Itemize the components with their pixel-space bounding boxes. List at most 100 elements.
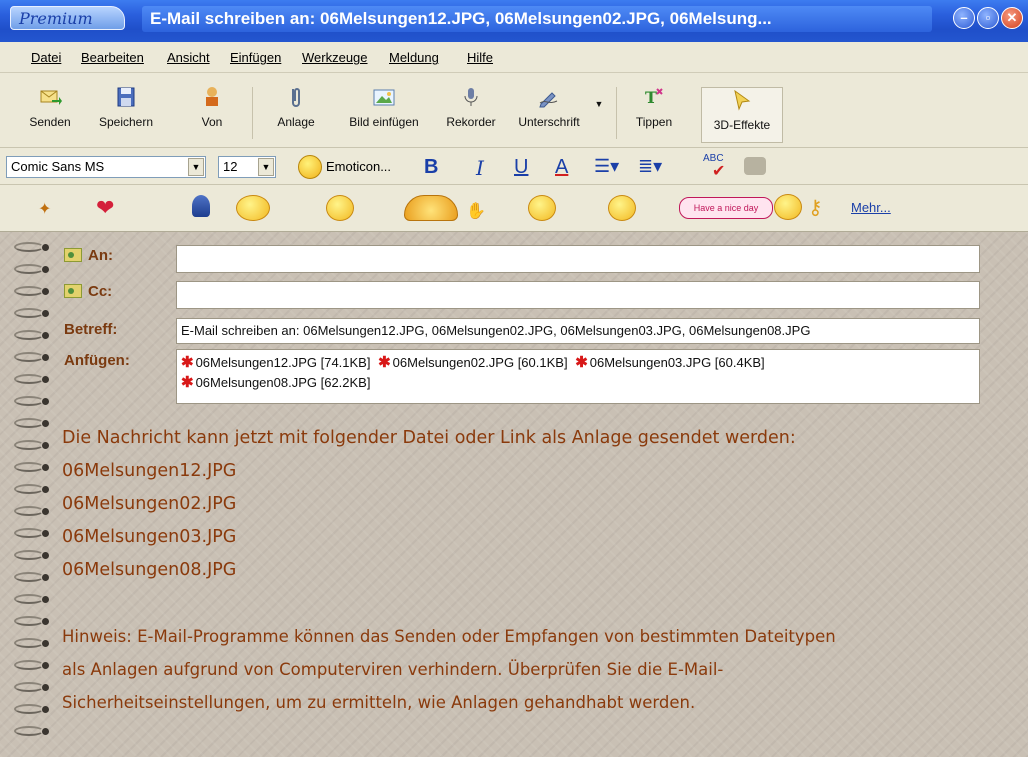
chevron-down-icon: ▼	[594, 99, 604, 109]
bullet-list-icon[interactable]: ☰▾	[594, 156, 619, 177]
nice-day-sticker[interactable]: Have a nice day	[679, 197, 773, 219]
3d-cursor-icon	[734, 89, 751, 111]
cc-label: Cc:	[88, 283, 113, 300]
minimize-button[interactable]: –	[953, 7, 975, 29]
3d-effects-label: 3D-Effekte	[713, 118, 771, 132]
attach-label: Anfügen:	[64, 352, 130, 369]
font-family-select[interactable]: Comic Sans MS ▼	[6, 156, 206, 178]
save-label: Speichern	[98, 115, 154, 129]
sender-icon	[206, 87, 218, 106]
checkmark-icon: ✔	[712, 163, 726, 180]
microphone-icon	[464, 88, 478, 106]
window-title: E-Mail schreiben an: 06Melsungen12.JPG, …	[142, 6, 932, 32]
menu-help[interactable]: Hilfe	[467, 50, 493, 65]
image-file-icon: ✱	[575, 354, 588, 371]
signature-label: Unterschrift	[518, 115, 580, 129]
chevron-down-icon: ▼	[188, 158, 204, 176]
message-note-line[interactable]: Sicherheitseinstellungen, um zu ermittel…	[62, 693, 695, 712]
typing-label: Tippen	[635, 115, 673, 129]
attach-label: Anlage	[277, 115, 315, 129]
image-icon	[373, 89, 395, 106]
menu-file[interactable]: Datei	[31, 50, 61, 65]
menu-edit[interactable]: Bearbeiten	[81, 50, 144, 65]
signature-button[interactable]: Unterschrift	[510, 81, 588, 145]
menu-bar: Datei Bearbeiten Ansicht Einfügen Werkze…	[0, 42, 1028, 73]
smiley-cool-icon[interactable]	[236, 195, 270, 221]
format-toolbar: Comic Sans MS ▼ 12 ▼ Emoticon... B I U A…	[0, 148, 1028, 185]
recorder-label: Rekorder	[446, 115, 496, 129]
font-size-value: 12	[223, 159, 238, 174]
attach-button[interactable]: Anlage	[270, 81, 322, 145]
attachment-item[interactable]: ✱ 06Melsungen03.JPG [60.4KB]	[575, 353, 764, 373]
subject-field[interactable]: E-Mail schreiben an: 06Melsungen12.JPG, …	[176, 318, 980, 344]
cc-field[interactable]	[176, 281, 980, 309]
attachments-field[interactable]: ✱ 06Melsungen12.JPG [74.1KB] ✱ 06Melsungen…	[176, 349, 980, 404]
floppy-disk-icon	[117, 87, 135, 107]
menu-view[interactable]: Ansicht	[167, 50, 210, 65]
send-label: Senden	[29, 115, 71, 129]
from-label: Von	[201, 115, 223, 129]
message-note-line[interactable]: Hinweis: E-Mail-Programme können das Sen…	[62, 627, 836, 646]
signature-dropdown[interactable]: ▼	[592, 81, 606, 145]
to-label: An:	[88, 247, 113, 264]
heart-icon[interactable]: ❤	[96, 195, 114, 221]
message-file-line[interactable]: 06Melsungen12.JPG	[62, 461, 236, 481]
toolbar-separator	[616, 87, 617, 139]
character-icon[interactable]: ✦	[38, 199, 51, 219]
font-family-value: Comic Sans MS	[11, 159, 105, 174]
font-color-button[interactable]: A	[555, 156, 568, 179]
emoticon-button[interactable]: Emoticon...	[326, 159, 391, 174]
maximize-button[interactable]: ▫	[977, 7, 999, 29]
image-file-icon: ✱	[181, 374, 194, 391]
send-icon	[40, 90, 62, 105]
cc-label-row[interactable]: Cc:	[64, 283, 112, 300]
typing-button[interactable]: T Tippen	[626, 81, 682, 145]
to-field[interactable]	[176, 245, 980, 273]
to-label-row[interactable]: An:	[64, 247, 113, 264]
bold-button[interactable]: B	[424, 156, 438, 179]
message-file-line[interactable]: 06Melsungen08.JPG	[62, 560, 236, 580]
italic-button[interactable]: I	[476, 156, 484, 180]
premium-badge: Premium	[10, 6, 125, 30]
message-file-line[interactable]: 06Melsungen03.JPG	[62, 527, 236, 547]
smiley-thumbs-icon[interactable]	[608, 195, 636, 221]
insert-image-button[interactable]: Bild einfügen	[338, 81, 430, 145]
message-intro[interactable]: Die Nachricht kann jetzt mit folgender D…	[62, 428, 796, 448]
attachment-name: 06Melsungen12.JPG [74.1KB]	[195, 355, 371, 370]
gnome-icon[interactable]	[192, 195, 210, 217]
message-file-line[interactable]: 06Melsungen02.JPG	[62, 494, 236, 514]
paperclip-icon	[292, 88, 300, 107]
attachment-item[interactable]: ✱ 06Melsungen02.JPG [60.1KB]	[378, 353, 567, 373]
recorder-button[interactable]: Rekorder	[438, 81, 504, 145]
attachment-name: 06Melsungen02.JPG [60.1KB]	[392, 355, 568, 370]
smiley-nice-day-icon[interactable]	[774, 194, 802, 220]
align-icon[interactable]: ≣▾	[638, 156, 662, 177]
insert-image-label: Bild einfügen	[349, 115, 419, 129]
smiley-toolbar: ✦ ❤ ✋ Have a nice day ⚷ Mehr...	[0, 185, 1028, 232]
stamp-icon[interactable]	[744, 157, 766, 175]
send-button[interactable]: Senden	[26, 81, 74, 145]
key-icon[interactable]: ⚷	[808, 195, 823, 220]
attachment-name: 06Melsungen08.JPG [62.2KB]	[195, 375, 371, 390]
3d-effects-button[interactable]: 3D-Effekte	[701, 87, 783, 143]
smiley-icon	[298, 155, 322, 179]
message-note-line[interactable]: als Anlagen aufgrund von Computerviren v…	[62, 660, 723, 679]
hand-icon[interactable]: ✋	[466, 201, 486, 221]
main-toolbar: Senden Speichern Von Anlage Bild einfüge…	[0, 73, 1028, 148]
smiley-wave-icon[interactable]	[326, 195, 354, 221]
attachment-item[interactable]: ✱ 06Melsungen12.JPG [74.1KB]	[181, 353, 370, 373]
from-button[interactable]: Von	[192, 81, 232, 145]
more-link[interactable]: Mehr...	[851, 200, 891, 215]
menu-tools[interactable]: Werkzeuge	[302, 50, 368, 65]
menu-message[interactable]: Meldung	[389, 50, 439, 65]
smiley-hug-icon[interactable]	[404, 195, 458, 221]
toolbar-separator	[252, 87, 253, 139]
font-size-select[interactable]: 12 ▼	[218, 156, 276, 178]
smiley-wink-icon[interactable]	[528, 195, 556, 221]
save-button[interactable]: Speichern	[94, 81, 158, 145]
menu-insert[interactable]: Einfügen	[230, 50, 281, 65]
underline-button[interactable]: U	[514, 156, 528, 179]
close-button[interactable]: ✕	[1001, 7, 1023, 29]
attachment-item[interactable]: ✱ 06Melsungen08.JPG [62.2KB]	[181, 373, 370, 393]
subject-label: Betreff:	[64, 321, 118, 338]
